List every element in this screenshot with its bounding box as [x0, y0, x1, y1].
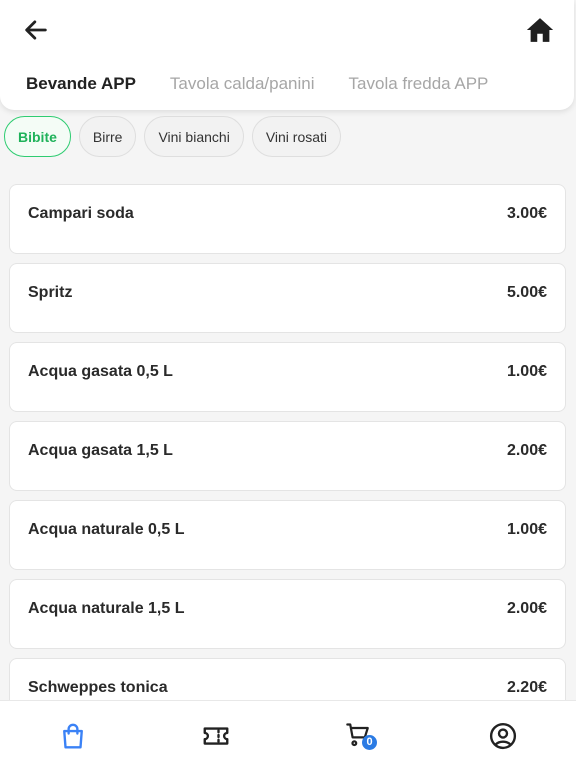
product-price: 2.00€ — [506, 600, 547, 617]
nav-tickets-button[interactable] — [201, 721, 231, 751]
ticket-icon — [203, 727, 229, 745]
tab-bevande-app[interactable]: Bevande APP — [26, 74, 136, 94]
product-price: 2.20€ — [506, 679, 547, 696]
product-item[interactable]: Acqua naturale 1,5 L 2.00€ — [9, 579, 566, 649]
chip-vini-rosati[interactable]: Vini rosati — [251, 116, 342, 157]
nav-shop-button[interactable] — [58, 721, 88, 751]
product-item[interactable]: Campari soda 3.00€ — [9, 184, 566, 254]
product-price: 2.00€ — [506, 442, 547, 459]
top-header: Bevande APP Tavola calda/panini Tavola f… — [0, 0, 574, 110]
category-chips: Bibite Birre Vini bianchi Vini rosati — [4, 116, 349, 157]
product-item[interactable]: Spritz 5.00€ — [9, 263, 566, 333]
product-name: Acqua gasata 1,5 L — [28, 442, 173, 459]
chip-bibite[interactable]: Bibite — [4, 116, 71, 157]
bottom-navigation: 0 — [0, 700, 576, 768]
chip-vini-bianchi[interactable]: Vini bianchi — [144, 116, 244, 157]
cart-count-badge: 0 — [362, 735, 377, 750]
product-name: Schweppes tonica — [28, 679, 168, 696]
back-button[interactable] — [22, 16, 50, 44]
nav-cart-button[interactable]: 0 — [345, 721, 377, 751]
product-name: Acqua naturale 0,5 L — [28, 521, 185, 538]
product-price: 1.00€ — [506, 521, 547, 538]
product-item[interactable]: Acqua gasata 0,5 L 1.00€ — [9, 342, 566, 412]
product-item[interactable]: Acqua gasata 1,5 L 2.00€ — [9, 421, 566, 491]
product-name: Acqua gasata 0,5 L — [28, 363, 173, 380]
product-item[interactable]: Acqua naturale 0,5 L 1.00€ — [9, 500, 566, 570]
product-name: Acqua naturale 1,5 L — [28, 600, 185, 617]
arrow-left-icon — [25, 20, 47, 40]
product-name: Spritz — [28, 284, 73, 301]
chip-birre[interactable]: Birre — [78, 116, 137, 157]
shopping-bag-icon — [63, 723, 83, 749]
product-item[interactable]: Schweppes tonica 2.20€ — [9, 658, 566, 700]
home-button[interactable] — [525, 15, 555, 45]
product-price: 3.00€ — [506, 205, 547, 222]
tab-tavola-calda-panini[interactable]: Tavola calda/panini — [170, 74, 315, 94]
product-list[interactable]: Campari soda 3.00€ Spritz 5.00€ Acqua ga… — [0, 184, 576, 700]
product-price: 1.00€ — [506, 363, 547, 380]
user-circle-icon — [489, 722, 517, 750]
tab-tavola-fredda-app[interactable]: Tavola fredda APP — [349, 74, 489, 94]
product-price: 5.00€ — [506, 284, 547, 301]
nav-profile-button[interactable] — [488, 721, 518, 751]
menu-tabs: Bevande APP Tavola calda/panini Tavola f… — [26, 74, 522, 94]
home-icon — [526, 18, 554, 42]
product-name: Campari soda — [28, 205, 134, 222]
